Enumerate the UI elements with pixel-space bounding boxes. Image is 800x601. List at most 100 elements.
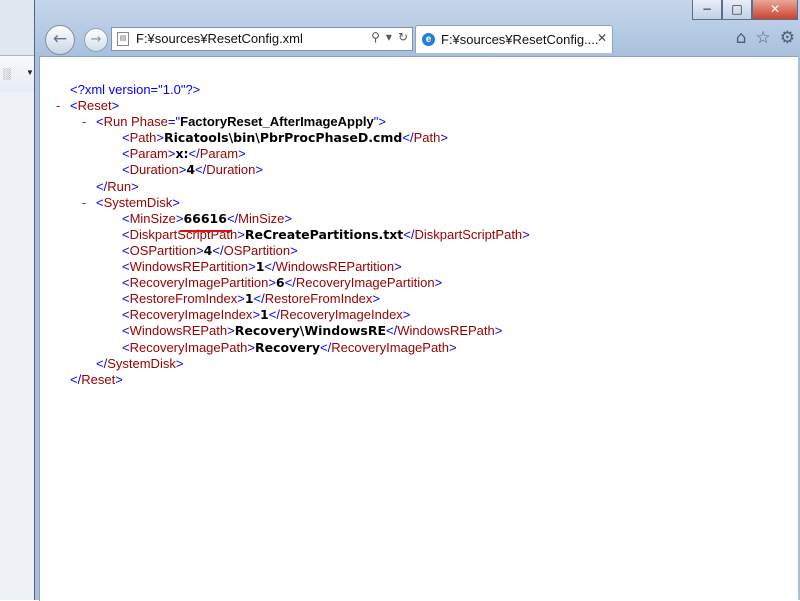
grid-icon: ░ [3, 68, 11, 80]
bracket: </ [284, 275, 296, 291]
back-button[interactable]: ← [45, 25, 75, 55]
bracket: > [494, 323, 503, 339]
xml-line-recoveryimagepartition: <RecoveryImagePartition>6</RecoveryImage… [56, 275, 530, 291]
home-icon[interactable]: ⌂ [736, 28, 747, 48]
bracket: > [402, 307, 411, 323]
element-name: Path [413, 130, 441, 146]
bracket: </ [253, 291, 265, 307]
bracket: < [122, 323, 130, 339]
search-icon[interactable]: ⚲ [371, 30, 380, 44]
bracket: < [122, 291, 130, 307]
bracket: < [122, 242, 130, 258]
xml-line-path: <Path>Ricatools\bin\PbrProcPhaseD.cmd</P… [56, 130, 530, 146]
element-value: x: [175, 146, 189, 162]
bracket: </ [195, 162, 207, 178]
bracket: > [522, 226, 530, 242]
xml-line-ospartition: <OSPartition>4</OSPartition> [56, 243, 530, 259]
element-name: DiskpartScriptPath [414, 226, 523, 242]
tab-close-icon[interactable]: ✕ [597, 31, 607, 45]
xml-line-reset-close: </Reset> [56, 372, 530, 388]
bracket: < [70, 98, 78, 114]
xml-line-param: <Param>x:</Param> [56, 146, 530, 162]
window-controls: − □ ✕ [692, 0, 798, 20]
forward-button[interactable]: → [84, 28, 108, 52]
element-name: WindowsREPartition [129, 259, 249, 275]
star-icon[interactable]: ☆ [756, 28, 771, 48]
bracket: > [440, 130, 448, 146]
bracket: > [372, 291, 381, 307]
bracket: > [238, 146, 246, 162]
bracket: </ [70, 371, 82, 387]
element-name: SystemDisk [103, 194, 173, 210]
element-name: Param [129, 146, 168, 162]
bracket: </ [386, 323, 398, 339]
tab-title[interactable]: F:¥sources¥ResetConfig.... [441, 32, 599, 47]
xml-line-systemdisk-open: - <SystemDisk> [56, 195, 530, 211]
bracket: > [175, 355, 184, 371]
bracket: > [284, 210, 292, 226]
tab-active[interactable]: e F:¥sources¥ResetConfig.... ✕ [415, 25, 613, 53]
xml-line-run-open: - <Run Phase="FactoryReset_AfterImageAppl… [56, 114, 530, 130]
element-value: Ricatools\bin\PbrProcPhaseD.cmd [163, 130, 403, 146]
dropdown-arrow-icon[interactable]: ▼ [26, 68, 34, 77]
collapse-toggle[interactable]: - [56, 98, 60, 114]
collapse-toggle[interactable]: - [82, 114, 86, 130]
minimize-button[interactable]: − [692, 0, 722, 20]
xml-line-minsize: <MinSize>66616</MinSize> [56, 211, 530, 227]
bracket: > [131, 178, 139, 194]
element-name: MinSize [238, 210, 285, 226]
element-name: Run Phase [103, 114, 168, 130]
collapse-toggle[interactable]: - [82, 195, 86, 211]
xml-line-diskpartscriptpath: <DiskpartScriptPath>ReCreatePartitions.t… [56, 227, 530, 243]
bracket: < [96, 194, 104, 210]
element-value: 4 [186, 162, 196, 178]
dropdown-icon[interactable]: ▾ [386, 30, 392, 44]
browser-window: − □ ✕ ← → ▤ F:¥sources¥ResetConfig.xml ⚲… [34, 0, 800, 601]
element-name: Param [199, 146, 239, 162]
xml-line-recoveryimageindex: <RecoveryImageIndex>1</RecoveryImageInde… [56, 307, 530, 323]
element-value: 6 [275, 275, 285, 291]
element-name: RecoveryImagePath [331, 339, 450, 355]
element-name: WindowsREPath [397, 323, 495, 339]
bracket: > [434, 275, 443, 291]
close-button[interactable]: ✕ [752, 0, 798, 20]
bracket: > [237, 226, 245, 242]
address-text[interactable]: F:¥sources¥ResetConfig.xml [136, 31, 303, 46]
bracket: < [122, 146, 130, 162]
element-value: 66616 [183, 210, 227, 226]
bracket: > [111, 98, 120, 114]
refresh-icon[interactable]: ↻ [398, 30, 408, 44]
element-name: WindowsREPath [129, 323, 228, 339]
xml-line-windowsrepartition: <WindowsREPartition>1</WindowsREPartitio… [56, 259, 530, 275]
xml-document: <?xml version="1.0"?> - <Reset> - <Run Phase… [56, 82, 530, 388]
gear-icon[interactable]: ⚙ [780, 28, 795, 48]
element-name: RestoreFromIndex [264, 291, 373, 307]
bracket: > [196, 242, 204, 258]
address-bar[interactable]: ▤ F:¥sources¥ResetConfig.xml ⚲ ▾ ↻ [111, 27, 413, 51]
page-icon: ▤ [117, 32, 129, 46]
toolbar-icons: ⌂ ☆ ⚙ [736, 28, 795, 48]
element-name: MinSize [129, 210, 176, 226]
element-name: Duration [206, 162, 256, 178]
bracket: < [122, 226, 130, 242]
bracket: </ [96, 178, 108, 194]
background-toolbar: ░ ▼ [0, 55, 34, 93]
element-value: Recovery\WindowsRE [234, 323, 386, 339]
bracket: </ [96, 355, 108, 371]
element-name: RecoveryImagePath [129, 339, 248, 355]
xml-line-recoveryimagepath: <RecoveryImagePath>Recovery</RecoveryIma… [56, 340, 530, 356]
bracket: < [122, 130, 130, 146]
page-content: <?xml version="1.0"?> - <Reset> - <Run Phase… [39, 56, 798, 601]
bracket: < [122, 275, 130, 291]
bracket: > [449, 339, 457, 355]
xml-line-restorefromindex: <RestoreFromIndex>1</RestoreFromIndex> [56, 291, 530, 307]
bracket: > [252, 307, 261, 323]
element-value: 1 [260, 307, 269, 323]
bracket: </ [403, 226, 415, 242]
bracket: > [227, 323, 235, 339]
xml-line-systemdisk-close: </SystemDisk> [56, 356, 530, 372]
maximize-button[interactable]: □ [722, 0, 752, 20]
bracket: > [115, 371, 123, 387]
xml-line-reset-open: - <Reset> [56, 98, 530, 114]
element-name: RecoveryImageIndex [279, 307, 403, 323]
